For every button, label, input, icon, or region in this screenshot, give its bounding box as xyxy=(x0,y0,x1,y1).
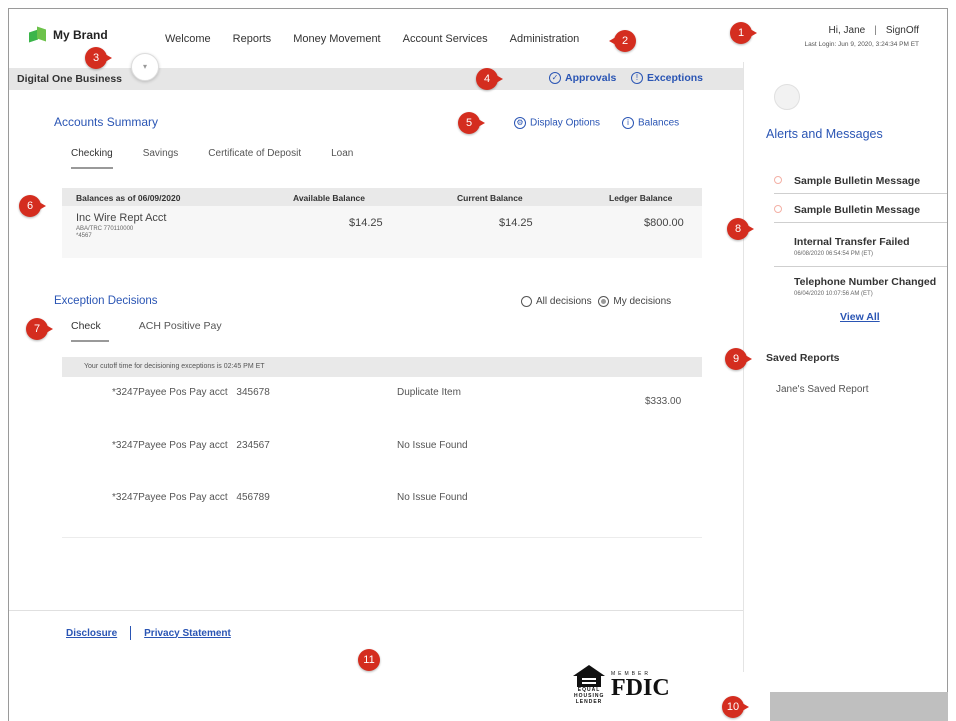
last-login: Last Login: Jun 9, 2020, 3:24:34 PM ET xyxy=(804,41,919,48)
accounts-table: Balances as of 06/09/2020 Available Bala… xyxy=(62,188,702,258)
nav-account-services[interactable]: Account Services xyxy=(403,33,488,45)
all-decisions-radio[interactable]: All decisions xyxy=(521,296,592,307)
nav-reports[interactable]: Reports xyxy=(233,33,272,45)
exceptions-link[interactable]: ! Exceptions xyxy=(631,72,703,85)
approval-icon: ✓ xyxy=(549,72,561,85)
decision-filter: All decisions My decisions xyxy=(521,296,671,307)
sidebar: Alerts and Messages Sample Bulletin Mess… xyxy=(743,62,947,672)
saved-reports-title: Saved Reports xyxy=(766,352,840,364)
cutoff-notice: Your cutoff time for decisioning excepti… xyxy=(62,357,702,377)
nav-administration[interactable]: Administration xyxy=(510,33,580,45)
brand-icon xyxy=(29,26,47,43)
floating-action-button[interactable] xyxy=(770,692,948,721)
display-options-link[interactable]: ⚙ Display Options xyxy=(514,117,600,129)
exceptions-table: Your cutoff time for decisioning excepti… xyxy=(62,357,702,547)
house-icon xyxy=(573,665,605,687)
tab-savings[interactable]: Savings xyxy=(143,148,179,169)
alert-item[interactable]: Telephone Number Changed 06/04/2020 10:07… xyxy=(794,276,936,297)
alert-dot-icon xyxy=(774,176,782,184)
callout-marker: 8 xyxy=(727,218,754,240)
user-greeting: Hi, Jane xyxy=(828,25,866,36)
equal-housing-logo: EQUAL HOUSING LENDER xyxy=(573,665,605,705)
table-row[interactable]: *3247Payee Pos Pay acct 234567 xyxy=(112,440,270,451)
tab-check[interactable]: Check xyxy=(71,320,109,342)
callout-marker: 10 xyxy=(722,696,749,718)
callout-marker: 9 xyxy=(725,348,752,370)
accounts-table-header: Balances as of 06/09/2020 Available Bala… xyxy=(62,188,702,206)
info-icon: i xyxy=(622,117,634,129)
chevron-icon[interactable]: ▾ xyxy=(131,53,159,81)
signoff-link[interactable]: SignOff xyxy=(886,25,919,36)
callout-marker: 1 xyxy=(730,22,757,44)
tab-loan[interactable]: Loan xyxy=(331,148,353,169)
alert-item[interactable]: Sample Bulletin Message xyxy=(794,175,920,187)
callout-marker: 3 xyxy=(85,47,112,69)
balances-link[interactable]: i Balances xyxy=(622,117,679,129)
table-row[interactable]: *3247Payee Pos Pay acct 456789 xyxy=(112,492,270,503)
tab-checking[interactable]: Checking xyxy=(71,148,113,169)
callout-marker: 7 xyxy=(26,318,53,340)
account-tabs: Checking Savings Certificate of Deposit … xyxy=(71,148,383,169)
tab-ach-positive-pay[interactable]: ACH Positive Pay xyxy=(139,320,222,342)
app-window: My Brand Welcome Reports Money Movement … xyxy=(8,8,948,721)
fdic-logo: EQUAL HOUSING LENDER MEMBER FDIC xyxy=(573,665,670,705)
table-row[interactable]: Inc Wire Rept Acct ABA/TRC 770110000 *45… xyxy=(62,206,702,256)
view-all-link[interactable]: View All xyxy=(840,311,880,323)
exclamation-icon: ! xyxy=(631,72,643,85)
tab-certificate-of-deposit[interactable]: Certificate of Deposit xyxy=(208,148,301,169)
exception-decisions-title: Exception Decisions xyxy=(54,295,158,307)
alert-dot-icon xyxy=(774,205,782,213)
privacy-statement-link[interactable]: Privacy Statement xyxy=(144,628,231,639)
callout-marker: 2 xyxy=(609,30,636,52)
disclosure-link[interactable]: Disclosure xyxy=(66,628,117,639)
business-bar: Digital One Business ✓ Approvals ! Excepti… xyxy=(9,68,743,90)
alert-item[interactable]: Sample Bulletin Message xyxy=(794,204,920,216)
gear-icon: ⚙ xyxy=(514,117,526,129)
accounts-summary-title: Accounts Summary xyxy=(54,115,159,129)
brand-logo[interactable]: My Brand xyxy=(29,26,108,43)
nav-welcome[interactable]: Welcome xyxy=(165,33,211,45)
business-title: Digital One Business xyxy=(17,73,123,85)
brand-name: My Brand xyxy=(53,28,108,42)
footer-links: Disclosure Privacy Statement xyxy=(66,626,231,640)
main-nav: Welcome Reports Money Movement Account S… xyxy=(165,33,601,45)
nav-money-movement[interactable]: Money Movement xyxy=(293,33,380,45)
exception-tabs: Check ACH Positive Pay xyxy=(71,320,252,342)
callout-marker: 4 xyxy=(476,68,503,90)
main-content: Digital One Business ✓ Approvals ! Excepti… xyxy=(9,62,743,721)
callout-marker: 6 xyxy=(19,195,46,217)
alert-item[interactable]: Internal Transfer Failed 06/08/2020 06:54… xyxy=(794,236,910,257)
saved-report-link[interactable]: Jane's Saved Report xyxy=(776,384,869,395)
sidebar-toggle-icon[interactable] xyxy=(774,84,800,110)
approvals-link[interactable]: ✓ Approvals xyxy=(549,72,616,85)
my-decisions-radio[interactable]: My decisions xyxy=(598,296,671,307)
alerts-title: Alerts and Messages xyxy=(766,127,883,141)
callout-marker: 11 xyxy=(358,649,380,671)
callout-marker: 5 xyxy=(458,112,485,134)
table-row[interactable]: *3247Payee Pos Pay acct 345678 xyxy=(112,387,270,398)
account-name[interactable]: Inc Wire Rept Acct xyxy=(76,212,166,224)
user-box: Hi, Jane | SignOff Last Login: Jun 9, 2020… xyxy=(804,25,919,48)
